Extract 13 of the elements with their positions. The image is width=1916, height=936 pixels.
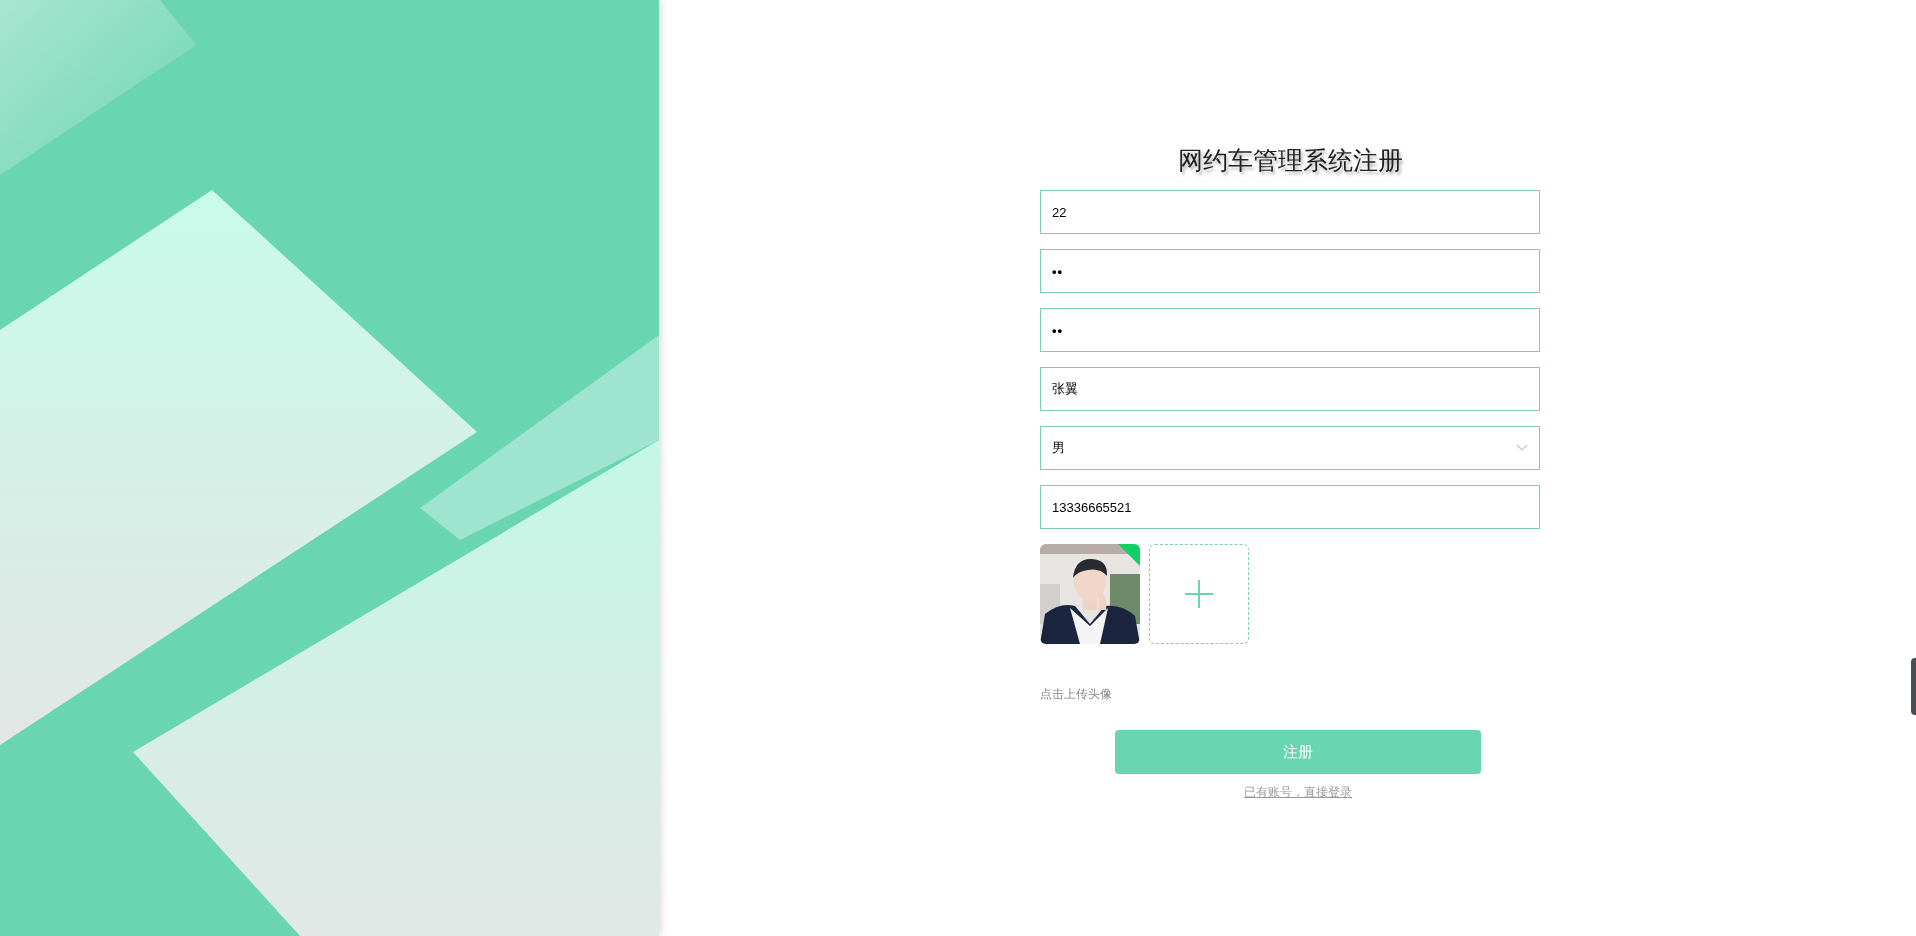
- gender-select[interactable]: 男: [1040, 426, 1540, 470]
- password-field[interactable]: ••: [1040, 308, 1540, 352]
- side-tab[interactable]: [1911, 658, 1916, 715]
- success-corner-icon: [1118, 544, 1140, 566]
- input-field[interactable]: 22: [1040, 190, 1540, 234]
- plus-icon: [1185, 580, 1213, 608]
- upload-hint: 点击上传头像: [1040, 686, 1112, 702]
- chevron-down-icon: [1516, 444, 1528, 452]
- input-field[interactable]: 张翼: [1040, 367, 1540, 411]
- form-title: 网约车管理系统注册: [1177, 145, 1403, 176]
- upload-button[interactable]: [1149, 544, 1249, 644]
- input-field[interactable]: 13336665521: [1040, 485, 1540, 529]
- password-field[interactable]: ••: [1040, 249, 1540, 293]
